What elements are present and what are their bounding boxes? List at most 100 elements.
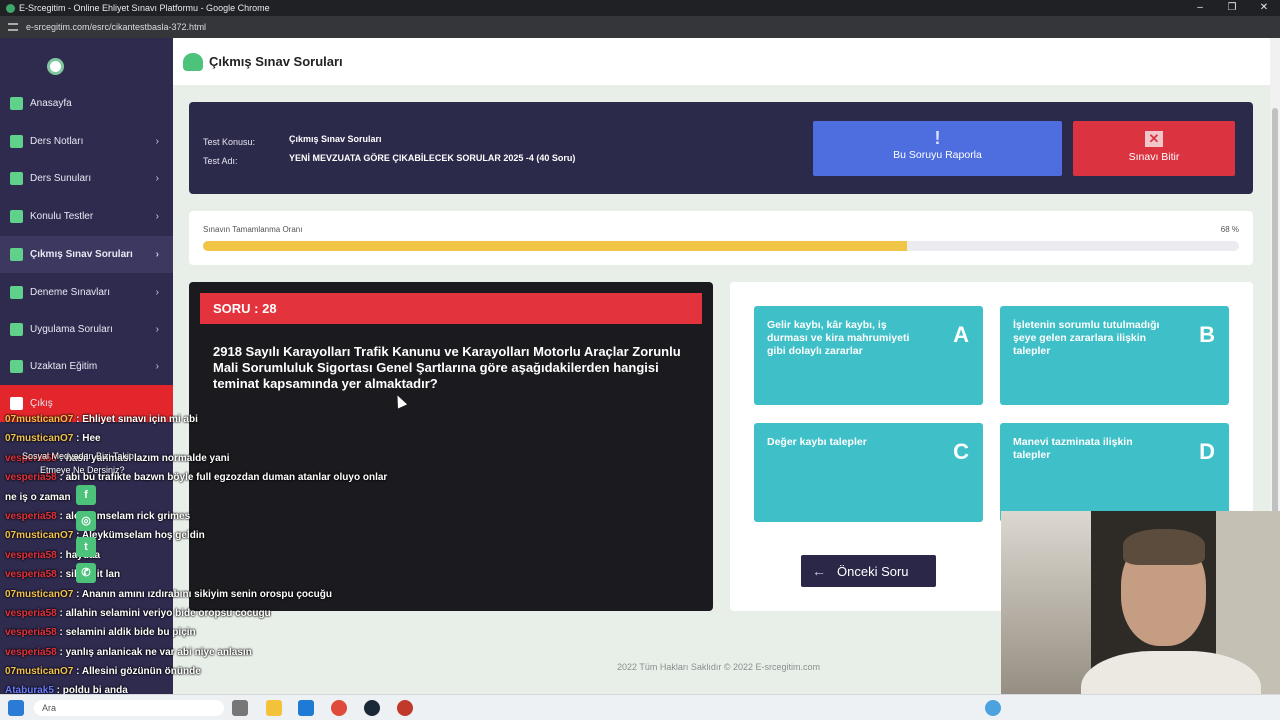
answer-option-c[interactable]: Değer kaybı talepler C [754,423,983,522]
chat-message: vesperia58 : selamini aldik bide bu piçi… [0,627,420,646]
chat-separator: : [73,666,82,678]
question-text: 2918 Sayılı Karayolları Trafik Kanunu ve… [213,344,681,391]
chat-username: vesperia58 [5,549,57,561]
chat-text: Hee [82,433,101,445]
ders-sunulari-icon [10,172,23,185]
logo[interactable] [47,58,64,75]
chevron-right-icon: › [155,211,159,222]
facebook-icon[interactable]: f [76,485,96,505]
sidebar-item-uzaktan-egitim[interactable]: Uzaktan Eğitim › [0,348,173,385]
test-info-panel: Test Konusu: Çıkmış Sınav Soruları Test … [189,102,1253,194]
chat-username: vesperia58 [5,510,57,522]
answer-text: Gelir kaybı, kâr kaybı, iş durması ve ki… [767,319,910,357]
outlook-icon[interactable] [298,700,314,716]
close-icon[interactable]: ✕ [1248,0,1280,16]
footer-copyright: 2022 Tüm Hakları Saklıdır © 2022 E-srceg… [617,662,821,672]
test-topic-label: Test Konusu: [203,137,256,147]
twitter-icon[interactable]: t [76,537,96,557]
progress-value: 68 % [1220,225,1239,234]
chat-message: 07musticanO7 : Hee [0,433,420,452]
chat-username: 07musticanO7 [5,433,74,445]
chat-text: allahin selamini veriyo bide oropsu cocu… [65,607,271,619]
obs-icon[interactable] [397,700,413,716]
sidebar-item-cikmis-sinav-sorulari[interactable]: Çıkmış Sınav Soruları › [0,236,173,273]
site-favicon-icon [6,3,15,13]
chat-text: yanlış anlanicak ne var abi niye anlasın [65,646,252,658]
sidebar-item-label: Ders Sunuları [30,173,92,184]
windows-start-icon[interactable] [8,700,24,716]
close-box-icon: ✕ [1145,131,1163,147]
file-explorer-icon[interactable] [266,700,282,716]
previous-button-label: Önceki Soru [837,563,909,579]
chat-message: 07musticanO7 : Ehliyet sınavı için mi ab… [0,414,420,433]
cikmis-sinav-sorulari-icon [10,248,23,261]
chat-text: Ehliyet sınavı için mi abi [82,414,198,425]
steam-icon[interactable] [364,700,380,716]
answer-text: Manevi tazminata ilişkin talepler [1013,436,1133,461]
logout-icon [10,397,23,410]
chevron-right-icon: › [155,173,159,184]
chat-message: 07musticanO7 : Aleykümselam hoş geldin [0,530,420,549]
sidebar-item-deneme-sinavlari[interactable]: Deneme Sınavları › [0,274,173,311]
address-bar[interactable]: e-srcegitim.com/esrc/cikantestbasla-372.… [0,16,1280,38]
webcam-overlay [1001,511,1280,720]
sidebar-item-label: Uygulama Soruları [30,324,113,335]
task-view-icon[interactable] [232,700,248,716]
answer-option-b[interactable]: İşletenin sorumlu tutulmadığı şeye gelen… [1000,306,1229,405]
chat-username: vesperia58 [5,627,57,639]
sidebar-item-home[interactable]: Anasayfa [0,85,173,122]
previous-question-button[interactable]: ← Önceki Soru [801,555,936,587]
answer-letter: A [953,322,969,347]
chat-text: Ananın amını ızdırabını sikiyim senin or… [81,588,332,600]
restore-icon[interactable]: ❐ [1216,0,1248,16]
taskbar-search[interactable]: Ara [34,700,224,716]
snowflake-icon[interactable] [985,700,1001,716]
test-name-label: Test Adı: [203,156,238,166]
chat-username: 07musticanO7 [5,414,74,425]
answer-option-a[interactable]: Gelir kaybı, kâr kaybı, iş durması ve ki… [754,306,983,405]
sidebar-item-label: Çıkış [30,398,53,409]
chat-username: vesperia58 [5,569,57,581]
chat-separator: : [73,414,83,425]
sidebar-item-ders-sunulari[interactable]: Ders Sunuları › [0,160,173,197]
chat-text: Allesini gözünün önünde [81,666,201,678]
progress-card: Sınavın Tamamlanma Oranı 68 % [189,211,1253,265]
minimize-icon[interactable]: – [1184,0,1216,16]
answer-option-d[interactable]: Manevi tazminata ilişkin talepler D [1000,423,1229,522]
question-number: SORU : 28 [200,293,702,324]
instagram-icon[interactable]: ◎ [76,511,96,531]
sidebar-item-uygulama-sorulari[interactable]: Uygulama Soruları › [0,311,173,348]
sidebar-item-konulu-testler[interactable]: Konulu Testler › [0,198,173,235]
brain-icon [183,52,203,71]
page-header: Çıkmış Sınav Soruları [173,38,1270,85]
chat-message: vesperia58 : haydaa [0,550,420,569]
chevron-right-icon: › [155,361,159,372]
report-button-label: Bu Soruyu Raporla [893,149,982,161]
chat-separator: : [56,569,66,581]
answer-letter: C [953,439,969,464]
chat-username: vesperia58 [5,607,57,619]
url-text[interactable]: e-srcegitim.com/esrc/cikantestbasla-372.… [26,22,206,32]
sidebar-item-ders-notlari[interactable]: Ders Notları › [0,123,173,160]
lamp-background [1001,511,1091,720]
site-settings-icon[interactable] [8,23,18,31]
exclamation-icon: ! [934,128,941,148]
chat-message: vesperia58 : sikiş git lan [0,569,420,588]
finish-exam-button[interactable]: ✕ Sınavı Bitir [1073,121,1235,176]
chat-username: 07musticanO7 [5,588,74,600]
window-controls: – ❐ ✕ [1184,0,1280,16]
chat-username: 07musticanO7 [5,666,74,678]
chat-text: Aleykümselam hoş geldin [81,530,205,542]
chevron-right-icon: › [155,287,159,298]
whatsapp-icon[interactable]: ✆ [76,563,96,583]
streamer-hair [1123,529,1205,565]
chevron-right-icon: › [155,249,159,260]
sidebar-item-label: Anasayfa [30,98,72,109]
chat-username: 07musticanO7 [5,530,74,542]
answer-letter: B [1199,322,1215,347]
chrome-icon[interactable] [331,700,347,716]
report-question-button[interactable]: ! Bu Soruyu Raporla [813,121,1062,176]
answer-text: Değer kaybı talepler [767,436,867,448]
sidebar-item-label: Konulu Testler [30,211,94,222]
chevron-right-icon: › [155,136,159,147]
